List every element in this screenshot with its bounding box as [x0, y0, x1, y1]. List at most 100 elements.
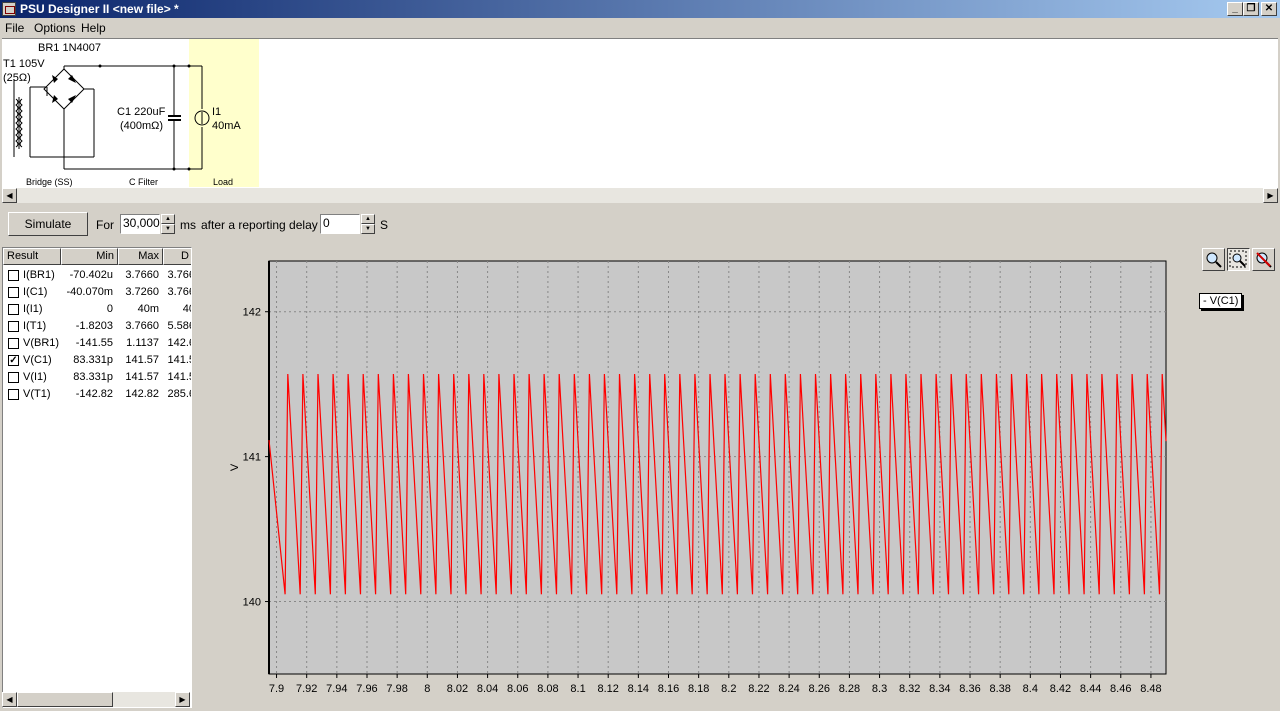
result-name: I(BR1)	[23, 269, 55, 281]
s-label: S	[380, 218, 389, 232]
minimize-button[interactable]: _	[1227, 2, 1243, 16]
scroll-thumb[interactable]	[17, 692, 113, 707]
scroll-left-arrow-icon[interactable]: ◀	[2, 188, 17, 203]
table-row[interactable]: I(I1) 0 40m 40	[3, 301, 191, 318]
results-scrollbar[interactable]: ◀ ▶	[2, 692, 190, 707]
schematic-scrollbar[interactable]: ◀ ▶	[2, 187, 1278, 203]
result-min: 83.331p	[73, 371, 113, 383]
spin-down-icon[interactable]: ▼	[361, 224, 375, 234]
delay-spinner[interactable]: ▲ ▼	[361, 214, 375, 234]
x-tick-label: 8.48	[1140, 683, 1161, 695]
transformer-label: T1 105V	[3, 58, 45, 70]
duration-input[interactable]: 30,000	[120, 214, 160, 234]
result-min: -141.55	[75, 337, 113, 349]
result-max: 1.1137	[126, 337, 159, 349]
table-row[interactable]: ✓ V(C1) 83.331p 141.57 141.5	[3, 352, 191, 369]
x-tick-label: 8.24	[778, 683, 799, 695]
result-checkbox[interactable]	[8, 338, 19, 349]
menu-help[interactable]: Help	[81, 21, 106, 35]
table-row[interactable]: I(BR1) -70.402u 3.7660 3.766	[3, 267, 191, 284]
result-max: 3.7260	[125, 286, 159, 298]
x-tick-label: 8.2	[721, 683, 736, 695]
caption-bridge[interactable]: Bridge (SS)	[26, 177, 73, 187]
menu-bar: File Options Help	[0, 18, 1280, 38]
x-tick-label: 8.06	[507, 683, 528, 695]
voltage-chart[interactable]: 7.9 7.92 7.94 7.96 7.98 8 8.02 8.04 8.06 8.08 8.1 8…	[196, 247, 1280, 711]
x-tick-label: 8.36	[959, 683, 980, 695]
result-min: 83.331p	[73, 354, 113, 366]
table-row[interactable]: V(T1) -142.82 142.82 285.6	[3, 386, 191, 403]
header-max[interactable]: Max	[118, 248, 163, 265]
result-d: 285.6	[167, 388, 191, 400]
result-max: 142.82	[125, 388, 159, 400]
x-tick-label: 8	[424, 683, 430, 695]
x-tick-label: 8.26	[809, 683, 830, 695]
capacitor-resistance: (400mΩ)	[120, 120, 164, 132]
menu-options[interactable]: Options	[34, 21, 75, 35]
x-tick-label: 8.46	[1110, 683, 1131, 695]
result-name: I(I1)	[23, 303, 43, 315]
for-label: For	[96, 218, 114, 232]
restore-button[interactable]: ❐	[1243, 2, 1259, 16]
header-min[interactable]: Min	[61, 248, 118, 265]
caption-load[interactable]: Load	[213, 177, 233, 187]
x-tick-label: 7.96	[356, 683, 377, 695]
simulate-button[interactable]: Simulate	[8, 212, 88, 236]
result-checkbox[interactable]	[8, 321, 19, 332]
result-d: 3.766	[167, 269, 191, 281]
result-checkbox[interactable]: ✓	[8, 355, 19, 366]
zoom-reset-icon[interactable]	[1252, 248, 1275, 271]
delay-input[interactable]: 0	[320, 214, 360, 234]
scroll-right-arrow-icon[interactable]: ▶	[175, 692, 190, 707]
result-checkbox[interactable]	[8, 372, 19, 383]
load-value: 40mA	[212, 120, 241, 132]
result-name: I(C1)	[23, 286, 48, 298]
result-name: V(T1)	[23, 388, 51, 400]
table-row[interactable]: I(T1) -1.8203 3.7660 5.586	[3, 318, 191, 335]
zoom-in-icon[interactable]	[1202, 248, 1225, 271]
table-row[interactable]: V(I1) 83.331p 141.57 141.5	[3, 369, 191, 386]
x-tick-label: 7.92	[296, 683, 317, 695]
result-name: V(I1)	[23, 371, 47, 383]
spin-down-icon[interactable]: ▼	[161, 224, 175, 234]
x-tick-label: 8.3	[872, 683, 887, 695]
table-row[interactable]: I(C1) -40.070m 3.7260 3.766	[3, 284, 191, 301]
schematic-drawing	[13, 39, 259, 188]
caption-filter[interactable]: C Filter	[129, 177, 158, 187]
spin-up-icon[interactable]: ▲	[361, 214, 375, 224]
zoom-region-icon[interactable]	[1227, 248, 1250, 271]
x-tick-label: 8.22	[748, 683, 769, 695]
result-checkbox[interactable]	[8, 287, 19, 298]
menu-file[interactable]: File	[5, 21, 24, 35]
ms-label: ms	[180, 218, 196, 232]
result-checkbox[interactable]	[8, 304, 19, 315]
result-checkbox[interactable]	[8, 270, 19, 281]
x-tick-label: 8.02	[447, 683, 468, 695]
result-checkbox[interactable]	[8, 389, 19, 400]
scroll-left-arrow-icon[interactable]: ◀	[2, 692, 17, 707]
result-d: 5.586	[167, 320, 191, 332]
load-label: I1	[212, 106, 222, 118]
results-list[interactable]: Result Min Max D I(BR1) -70.402u 3.7660 3.7…	[2, 247, 192, 708]
x-tick-label: 8.04	[477, 683, 498, 695]
x-tick-label: 8.28	[839, 683, 860, 695]
window-title: PSU Designer II <new file> *	[20, 2, 179, 16]
result-name: V(C1)	[23, 354, 52, 366]
result-d: 3.766	[167, 286, 191, 298]
x-tick-label: 8.44	[1080, 683, 1101, 695]
table-row[interactable]: V(BR1) -141.55 1.1137 142.6	[3, 335, 191, 352]
result-name: I(T1)	[23, 320, 47, 332]
result-d: 142.6	[167, 337, 191, 349]
result-d: 141.5	[167, 371, 191, 383]
spin-up-icon[interactable]: ▲	[161, 214, 175, 224]
x-tick-label: 8.42	[1050, 683, 1071, 695]
result-name: V(BR1)	[23, 337, 60, 349]
y-tick-label: 142	[243, 307, 261, 319]
chart-legend[interactable]: - V(C1)	[1199, 293, 1243, 309]
x-tick-label: 8.32	[899, 683, 920, 695]
close-button[interactable]: ✕	[1261, 2, 1277, 16]
duration-spinner[interactable]: ▲ ▼	[161, 214, 175, 234]
header-d[interactable]: D	[163, 248, 191, 265]
scroll-right-arrow-icon[interactable]: ▶	[1263, 188, 1278, 203]
header-result[interactable]: Result	[3, 248, 61, 265]
